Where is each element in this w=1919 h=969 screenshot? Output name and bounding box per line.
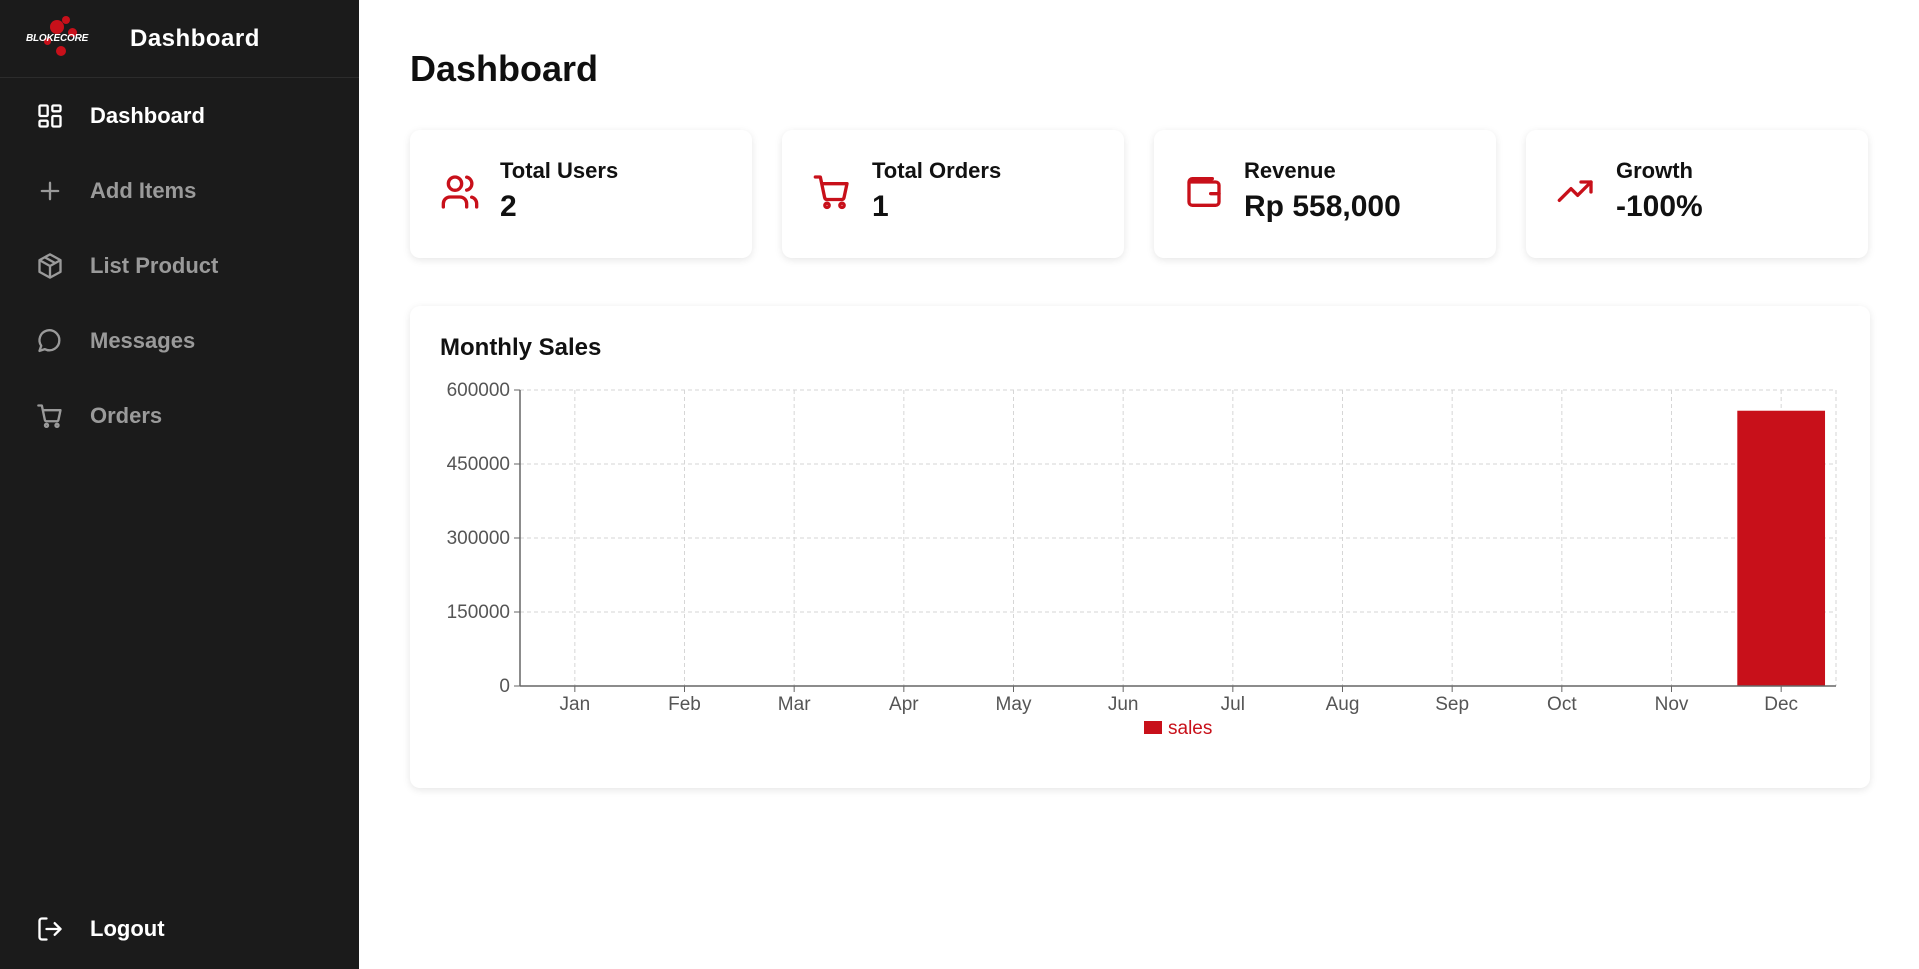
x-tick-label: Jan: [560, 694, 591, 715]
stat-label: Revenue: [1244, 158, 1336, 183]
x-tick-label: Apr: [889, 694, 919, 715]
y-tick-label: 300000: [447, 528, 510, 549]
plus-icon: [36, 177, 64, 205]
page-title: Dashboard: [410, 48, 599, 89]
wallet-icon: [1184, 172, 1224, 212]
x-tick-label: Jul: [1221, 694, 1245, 715]
sidebar-item-orders[interactable]: Orders: [0, 378, 359, 453]
x-tick-label: Jun: [1108, 694, 1139, 715]
stat-value: 1: [872, 190, 889, 223]
x-tick-label: Nov: [1655, 694, 1689, 715]
logout-icon: [36, 915, 64, 943]
box-icon: [36, 252, 64, 280]
sidebar-item-dashboard[interactable]: Dashboard: [0, 78, 359, 153]
bar-dec: [1737, 410, 1826, 686]
stat-value: 2: [500, 190, 517, 223]
cart-icon: [36, 402, 64, 430]
trending-up-icon: [1556, 172, 1596, 212]
chat-icon: [36, 327, 64, 355]
logout-button[interactable]: Logout: [0, 901, 359, 957]
stat-card-total-orders: Total Orders 1: [782, 130, 1124, 258]
monthly-sales-chart: 0 150000 300000 450000 600000 Jan Feb Mar Apr May…: [447, 380, 1837, 739]
main-content: Dashboard Total Users 2 Total Orders 1 R…: [359, 0, 1919, 969]
stat-card-total-users: Total Users 2: [410, 130, 752, 258]
logout-label: Logout: [90, 916, 165, 941]
sidebar-item-label: List Product: [90, 252, 219, 278]
legend-label: sales: [1168, 718, 1212, 739]
y-tick-label: 0: [499, 676, 510, 697]
sidebar-item-add-items[interactable]: Add Items: [0, 153, 359, 228]
sidebar-brand: BLOKECORE Dashboard: [0, 0, 359, 78]
sidebar-item-label: Messages: [90, 327, 196, 353]
x-tick-label: Mar: [778, 694, 811, 715]
x-tick-label: Feb: [668, 694, 701, 715]
y-tick-label: 600000: [447, 380, 510, 401]
sidebar: BLOKECORE Dashboard Dashboard Add Items: [0, 0, 359, 969]
stat-value: Rp 558,000: [1244, 190, 1401, 223]
stat-value: -100%: [1616, 190, 1703, 223]
sidebar-item-label: Orders: [90, 402, 163, 428]
brand-logo[interactable]: BLOKECORE: [24, 14, 104, 64]
sidebar-item-list-product[interactable]: List Product: [0, 228, 359, 303]
x-tick-label: Dec: [1764, 694, 1798, 715]
stat-label: Total Users: [500, 158, 619, 183]
x-tick-label: Oct: [1547, 694, 1577, 715]
sidebar-nav: Dashboard Add Items List Product Message…: [0, 78, 359, 453]
sidebar-item-label: Add Items: [90, 177, 197, 203]
monthly-sales-chart-card: Monthly Sales 0 150000 300000 450000 600000 J…: [410, 306, 1870, 788]
sidebar-item-label: Dashboard: [90, 102, 205, 128]
cart-icon: [812, 172, 852, 212]
legend-swatch: [1144, 721, 1162, 734]
x-tick-label: Aug: [1326, 694, 1360, 715]
stat-card-revenue: Revenue Rp 558,000: [1154, 130, 1496, 258]
y-tick-label: 150000: [447, 602, 510, 623]
users-icon: [440, 172, 480, 212]
grid-icon: [36, 102, 64, 130]
x-tick-label: Sep: [1435, 694, 1469, 715]
sidebar-item-messages[interactable]: Messages: [0, 303, 359, 378]
brand-title: Dashboard: [130, 24, 260, 52]
logo-wordmark: BLOKECORE: [26, 32, 89, 44]
y-tick-label: 450000: [447, 454, 510, 475]
stat-label: Growth: [1616, 158, 1693, 183]
stat-label: Total Orders: [872, 158, 1002, 183]
stat-card-growth: Growth -100%: [1526, 130, 1868, 258]
x-tick-label: May: [996, 694, 1032, 715]
